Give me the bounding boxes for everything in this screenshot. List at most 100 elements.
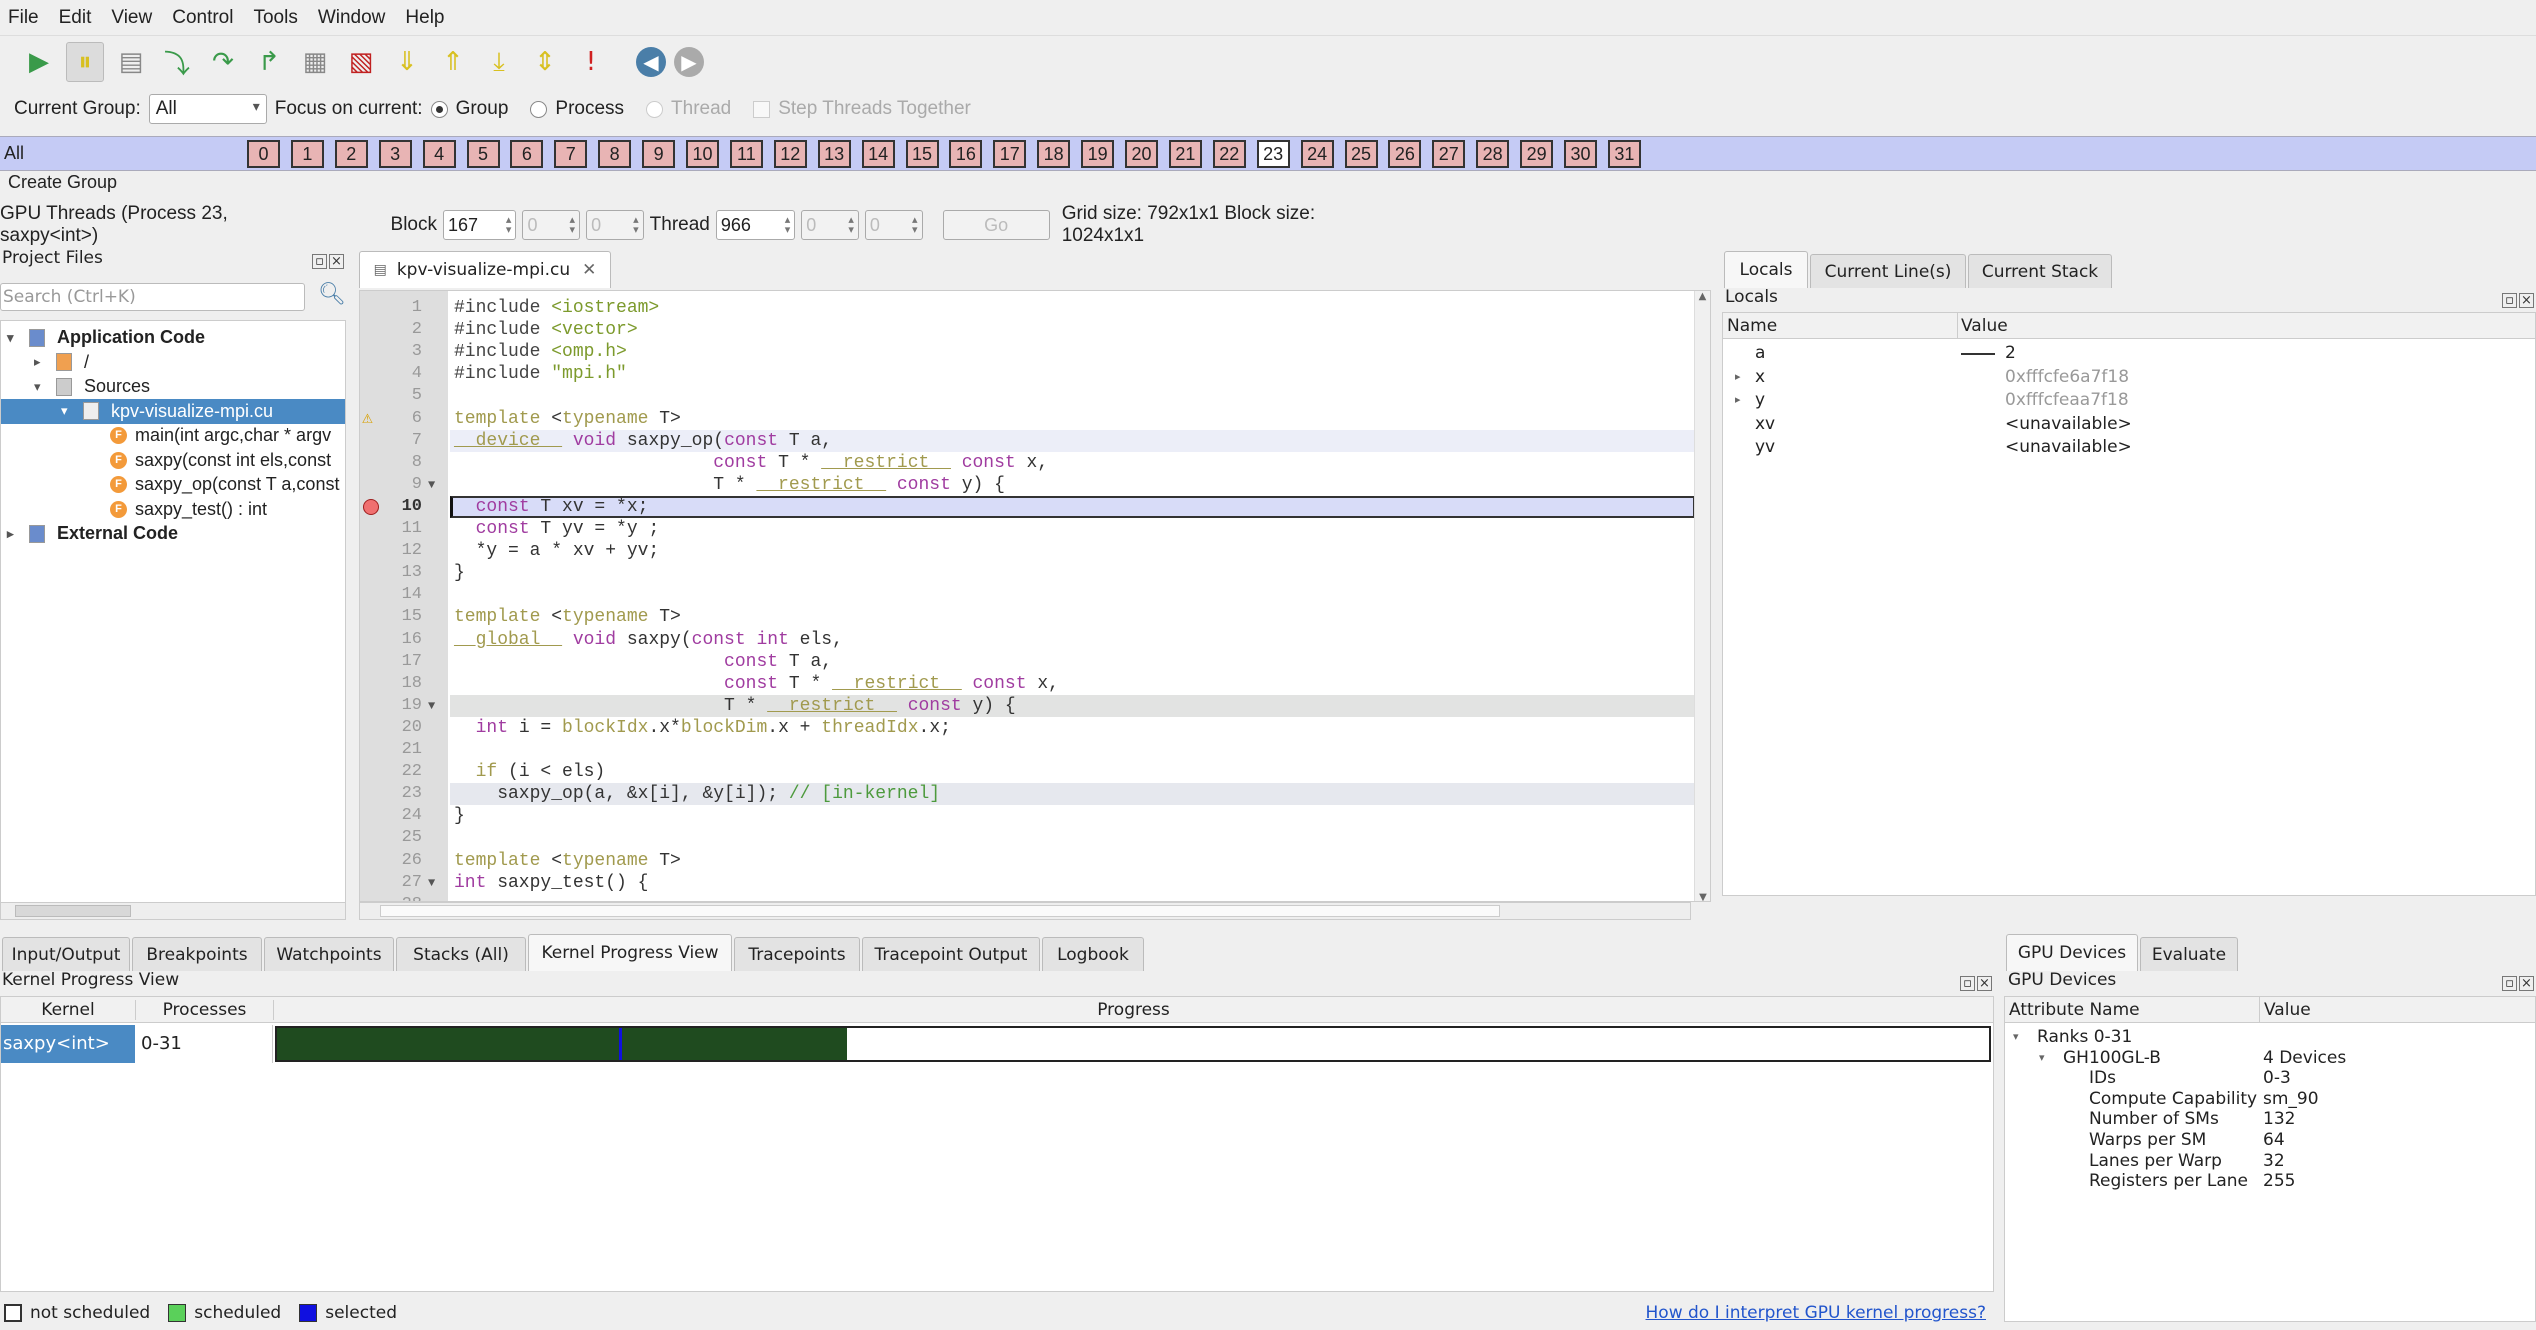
search-icon[interactable]: 🔍︎ xyxy=(318,282,346,307)
process-3-button[interactable]: 3 xyxy=(378,140,412,168)
process-10-button[interactable]: 10 xyxy=(686,140,719,168)
tab-locals[interactable]: Locals xyxy=(1724,251,1808,288)
process-11-button[interactable]: 11 xyxy=(729,140,763,168)
editor-tab[interactable]: ▤ kpv-visualize-mpi.cu ✕ xyxy=(359,251,611,288)
tree-item[interactable]: Fsaxpy_op(const T a,const xyxy=(1,472,345,497)
process-14-button[interactable]: 14 xyxy=(861,140,895,168)
float-icon[interactable]: ▫ xyxy=(2502,976,2517,991)
code-line[interactable]: 11 const T yv = *y ; xyxy=(360,518,1695,540)
menu-tools[interactable]: Tools xyxy=(253,7,297,29)
thread-z-spinner[interactable]: 0 ▴ ▾ xyxy=(864,210,923,240)
step-into-icon[interactable]: ⤵ xyxy=(158,42,196,82)
breakpoint-icon[interactable] xyxy=(363,498,379,515)
float-icon[interactable]: ▫ xyxy=(2502,293,2517,308)
editor-vscrollbar[interactable]: ▲ ▼ xyxy=(1694,291,1710,901)
code-line[interactable]: 19 ▼ T * __restrict__ const y) { xyxy=(360,694,1695,717)
float-icon[interactable]: ▫ xyxy=(312,254,327,269)
device-row[interactable]: Registers per Lane 255 xyxy=(2005,1171,2535,1192)
process-27-button[interactable]: 27 xyxy=(1432,140,1466,168)
close-icon[interactable]: × xyxy=(2519,976,2534,991)
local-row-xv[interactable]: xv <unavailable> xyxy=(1723,414,2535,437)
progress-bar[interactable] xyxy=(275,1026,1991,1062)
device-row[interactable]: Compute Capability sm_90 xyxy=(2005,1089,2535,1110)
code-line[interactable]: 3 #include <omp.h> xyxy=(360,341,1695,363)
tab-input-output[interactable]: Input/Output xyxy=(2,937,130,971)
expand-right-icon[interactable]: ▸ xyxy=(34,354,56,370)
expand-down-icon[interactable]: ▾ xyxy=(61,403,83,419)
code-line[interactable]: 17 const T a, xyxy=(360,651,1695,673)
bottom-frame-icon[interactable]: ⤓ xyxy=(480,42,518,82)
local-row-y[interactable]: ▸ y 0xfffcfeaa7f18 xyxy=(1723,390,2535,413)
col-value[interactable]: Value xyxy=(1957,312,2008,339)
menu-edit[interactable]: Edit xyxy=(59,7,92,29)
exclamation-icon[interactable]: ! xyxy=(572,42,610,82)
expand-down-icon[interactable]: ▾ xyxy=(2039,1051,2045,1064)
create-group-button[interactable]: Create Group xyxy=(8,172,117,193)
code-line[interactable]: 21 xyxy=(360,739,1695,761)
code-line[interactable]: 25 xyxy=(360,827,1695,849)
code-line[interactable]: 23 saxpy_op(a, &x[i], &y[i]); // [in-ker… xyxy=(360,783,1695,806)
search-input[interactable]: Search (Ctrl+K) xyxy=(0,283,305,311)
tree-item[interactable]: ▾ Sources xyxy=(1,374,345,399)
code-line[interactable]: 6 ⚠ template <typename T> xyxy=(360,408,1695,430)
menu-file[interactable]: File xyxy=(8,7,39,29)
tab-evaluate[interactable]: Evaluate xyxy=(2140,937,2238,971)
local-row-a[interactable]: a2 xyxy=(1723,343,2535,366)
step-threads-checkbox[interactable] xyxy=(753,100,771,118)
process-15-button[interactable]: 15 xyxy=(905,140,939,168)
process-26-button[interactable]: 26 xyxy=(1388,140,1422,168)
expand-right-icon[interactable]: ▸ xyxy=(1735,370,1741,383)
code-line[interactable]: 7 __device__ void saxpy_op(const T a, xyxy=(360,429,1695,452)
tree-item[interactable]: ▾ kpv-visualize-mpi.cu xyxy=(1,398,345,424)
kernel-progress-help-link[interactable]: How do I interpret GPU kernel progress? xyxy=(1646,1303,1986,1323)
tab-kernel-progress-view[interactable]: Kernel Progress View xyxy=(528,934,732,971)
tab-watchpoints[interactable]: Watchpoints xyxy=(264,937,394,971)
focus-group-radio[interactable] xyxy=(430,100,448,118)
menu-window[interactable]: Window xyxy=(318,7,386,29)
tree-item[interactable]: Fsaxpy_test() : int xyxy=(1,497,345,522)
back-icon[interactable]: ◀ xyxy=(636,47,666,77)
process-13-button[interactable]: 13 xyxy=(817,140,851,168)
expand-right-icon[interactable]: ▸ xyxy=(7,526,29,542)
menu-help[interactable]: Help xyxy=(405,7,444,29)
step-over-icon[interactable]: ↷ xyxy=(204,42,242,82)
expand-down-icon[interactable]: ▾ xyxy=(2013,1030,2019,1043)
process-4-button[interactable]: 4 xyxy=(422,140,456,168)
code-line[interactable]: 10 const T xv = *x; xyxy=(360,495,1695,518)
down-frame-icon[interactable]: ⇓ xyxy=(388,42,426,82)
col-progress[interactable]: Progress xyxy=(273,999,1993,1020)
process-20-button[interactable]: 20 xyxy=(1125,140,1158,168)
process-19-button[interactable]: 19 xyxy=(1081,140,1115,168)
process-9-button[interactable]: 9 xyxy=(642,140,676,168)
align-stack-icon[interactable]: ⇕ xyxy=(526,42,564,82)
process-0-button[interactable]: 0 xyxy=(247,140,280,168)
col-attribute[interactable]: Attribute Name xyxy=(2009,1000,2140,1020)
code-editor[interactable]: 1 #include <iostream> 2 #include <vector> 3 #… xyxy=(359,290,1711,902)
close-tab-icon[interactable]: ✕ xyxy=(582,260,596,280)
tab-tracepoint-output[interactable]: Tracepoint Output xyxy=(862,937,1040,971)
code-line[interactable]: 24} xyxy=(360,805,1695,827)
process-31-button[interactable]: 31 xyxy=(1607,140,1641,168)
jump-to-line-icon[interactable]: ▧ xyxy=(342,42,380,82)
block-z-spinner[interactable]: 0 ▴ ▾ xyxy=(586,210,644,240)
pause-icon[interactable]: ⏸ xyxy=(66,42,104,82)
group-all-label[interactable]: All xyxy=(4,143,24,164)
tree-item[interactable]: Fsaxpy(const int els,const xyxy=(1,448,345,473)
expand-down-icon[interactable]: ▾ xyxy=(34,379,56,395)
focus-process-radio[interactable] xyxy=(530,100,548,118)
col-kernel[interactable]: Kernel xyxy=(1,1000,135,1020)
device-row[interactable]: ▾ GH100GL-B 4 Devices xyxy=(2005,1048,2535,1069)
close-icon[interactable]: × xyxy=(1977,976,1992,991)
process-1-button[interactable]: 1 xyxy=(290,140,324,168)
code-line[interactable]: 15 template <typename T> xyxy=(360,606,1695,628)
process-28-button[interactable]: 28 xyxy=(1476,140,1510,168)
step-out-icon[interactable]: ↱ xyxy=(250,42,288,82)
expand-down-icon[interactable]: ▾ xyxy=(7,330,29,346)
code-line[interactable]: 13} xyxy=(360,562,1695,584)
project-hscrollbar[interactable] xyxy=(0,902,346,920)
focus-thread-radio[interactable] xyxy=(646,100,664,118)
fold-icon[interactable]: ▼ xyxy=(428,872,435,894)
block-x-spinner[interactable]: 167 ▴ ▾ xyxy=(442,210,517,240)
tree-item[interactable]: ▸ / xyxy=(1,350,345,375)
process-25-button[interactable]: 25 xyxy=(1344,140,1378,168)
